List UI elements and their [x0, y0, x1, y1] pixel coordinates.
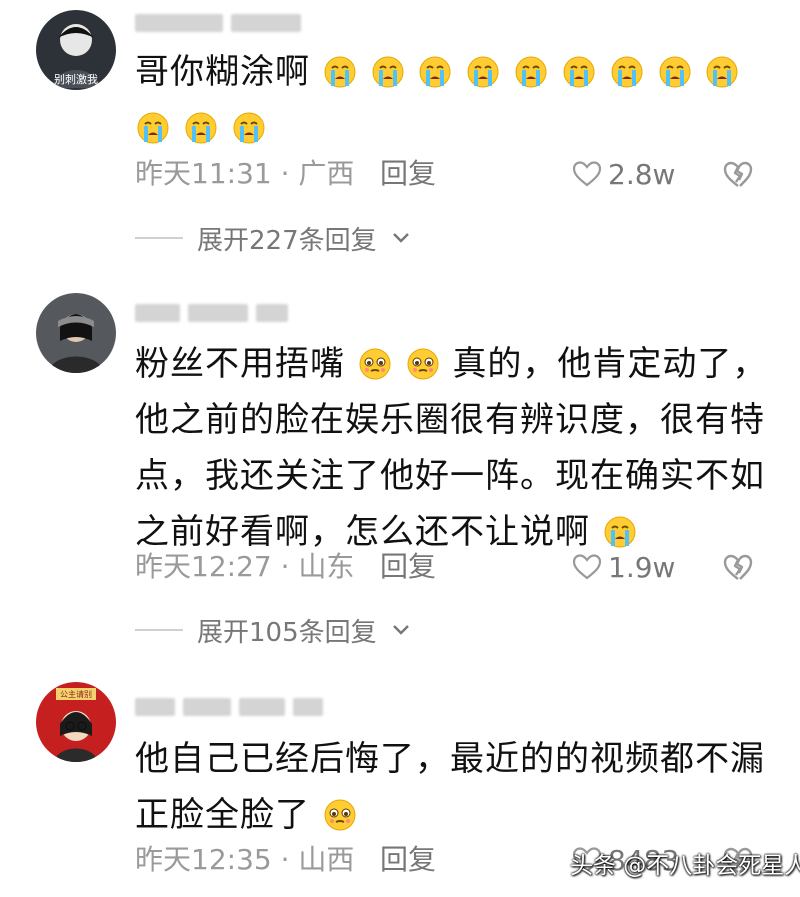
comment-time-location: 昨天12:27 · 山东 — [135, 550, 355, 583]
like-count: 2.8w — [608, 157, 676, 191]
chevron-down-icon — [392, 233, 409, 243]
reply-button[interactable]: 回复 — [380, 547, 436, 587]
reply-button[interactable]: 回复 — [380, 154, 436, 194]
expand-replies[interactable]: 展开227条回复 — [135, 220, 411, 256]
comment-meta: 昨天11:31 · 广西 — [135, 154, 354, 194]
username[interactable] — [135, 298, 288, 328]
crying-emoji-icon — [137, 112, 169, 144]
avatar[interactable] — [36, 293, 116, 373]
username[interactable] — [135, 692, 323, 722]
pleading-face-icon — [324, 799, 356, 831]
comment-text: 哥你糊涂啊 — [135, 44, 775, 156]
comment-text-part: 他自己已经后悔了，最近的的视频都不漏正脸全脸了 — [135, 739, 765, 835]
avatar-caption: 别刺激我 — [54, 72, 98, 86]
heart-outline-icon — [572, 161, 602, 187]
comment-page: 别刺激我 哥你糊涂啊 昨天11:31 · 广西 回复 2.8w 展开227条回复… — [0, 0, 800, 897]
like-button[interactable]: 1.9w — [572, 547, 675, 587]
crying-emoji-icon — [706, 56, 738, 88]
crying-emoji-icon — [604, 516, 636, 548]
crying-emoji-icon — [611, 56, 643, 88]
comment-time-location: 昨天11:31 · 广西 — [135, 157, 355, 190]
crying-emoji-icon — [515, 56, 547, 88]
like-count: 1.9w — [608, 550, 676, 584]
crying-emoji-icon — [467, 56, 499, 88]
crying-emoji-icon — [185, 112, 217, 144]
expand-replies[interactable]: 展开105条回复 — [135, 612, 411, 648]
comment-text: 粉丝不用捂嘴 真的，他肯定动了，他之前的脸在娱乐圈很有辨识度，很有特点，我还关注… — [135, 336, 775, 560]
divider-line — [135, 237, 183, 239]
expand-label: 展开227条回复 — [197, 225, 377, 256]
crying-emoji-icon — [372, 56, 404, 88]
pleading-face-icon — [359, 348, 391, 380]
watermark: 头条 @不八卦会死星人 — [570, 853, 800, 879]
broken-heart-icon[interactable] — [722, 158, 754, 190]
avatar[interactable]: 别刺激我 — [36, 10, 116, 90]
comment-meta: 昨天12:35 · 山西 — [135, 840, 354, 880]
avatar[interactable]: 公主请别 — [36, 682, 116, 762]
crying-emoji-icon — [324, 56, 356, 88]
comment-meta: 昨天12:27 · 山东 — [135, 547, 354, 587]
crying-emoji-icon — [659, 56, 690, 88]
pleading-face-icon — [407, 348, 439, 380]
avatar-caption: 公主请别 — [60, 689, 92, 699]
like-button[interactable]: 2.8w — [572, 154, 675, 194]
reply-button[interactable]: 回复 — [380, 840, 436, 880]
broken-heart-icon[interactable] — [722, 551, 754, 583]
crying-emoji-icon — [563, 56, 595, 88]
chevron-down-icon — [392, 625, 409, 635]
comment-text: 他自己已经后悔了，最近的的视频都不漏正脸全脸了 — [135, 731, 775, 843]
divider-line — [135, 629, 183, 631]
username[interactable] — [135, 8, 301, 38]
expand-label: 展开105条回复 — [197, 617, 377, 648]
crying-emoji-icon — [233, 112, 265, 144]
comment-text-part: 粉丝不用捂嘴 — [135, 344, 345, 384]
comment-text-part: 哥你糊涂啊 — [135, 52, 310, 92]
heart-outline-icon — [572, 554, 602, 580]
comment-time-location: 昨天12:35 · 山西 — [135, 843, 355, 876]
crying-emoji-icon — [419, 56, 451, 88]
